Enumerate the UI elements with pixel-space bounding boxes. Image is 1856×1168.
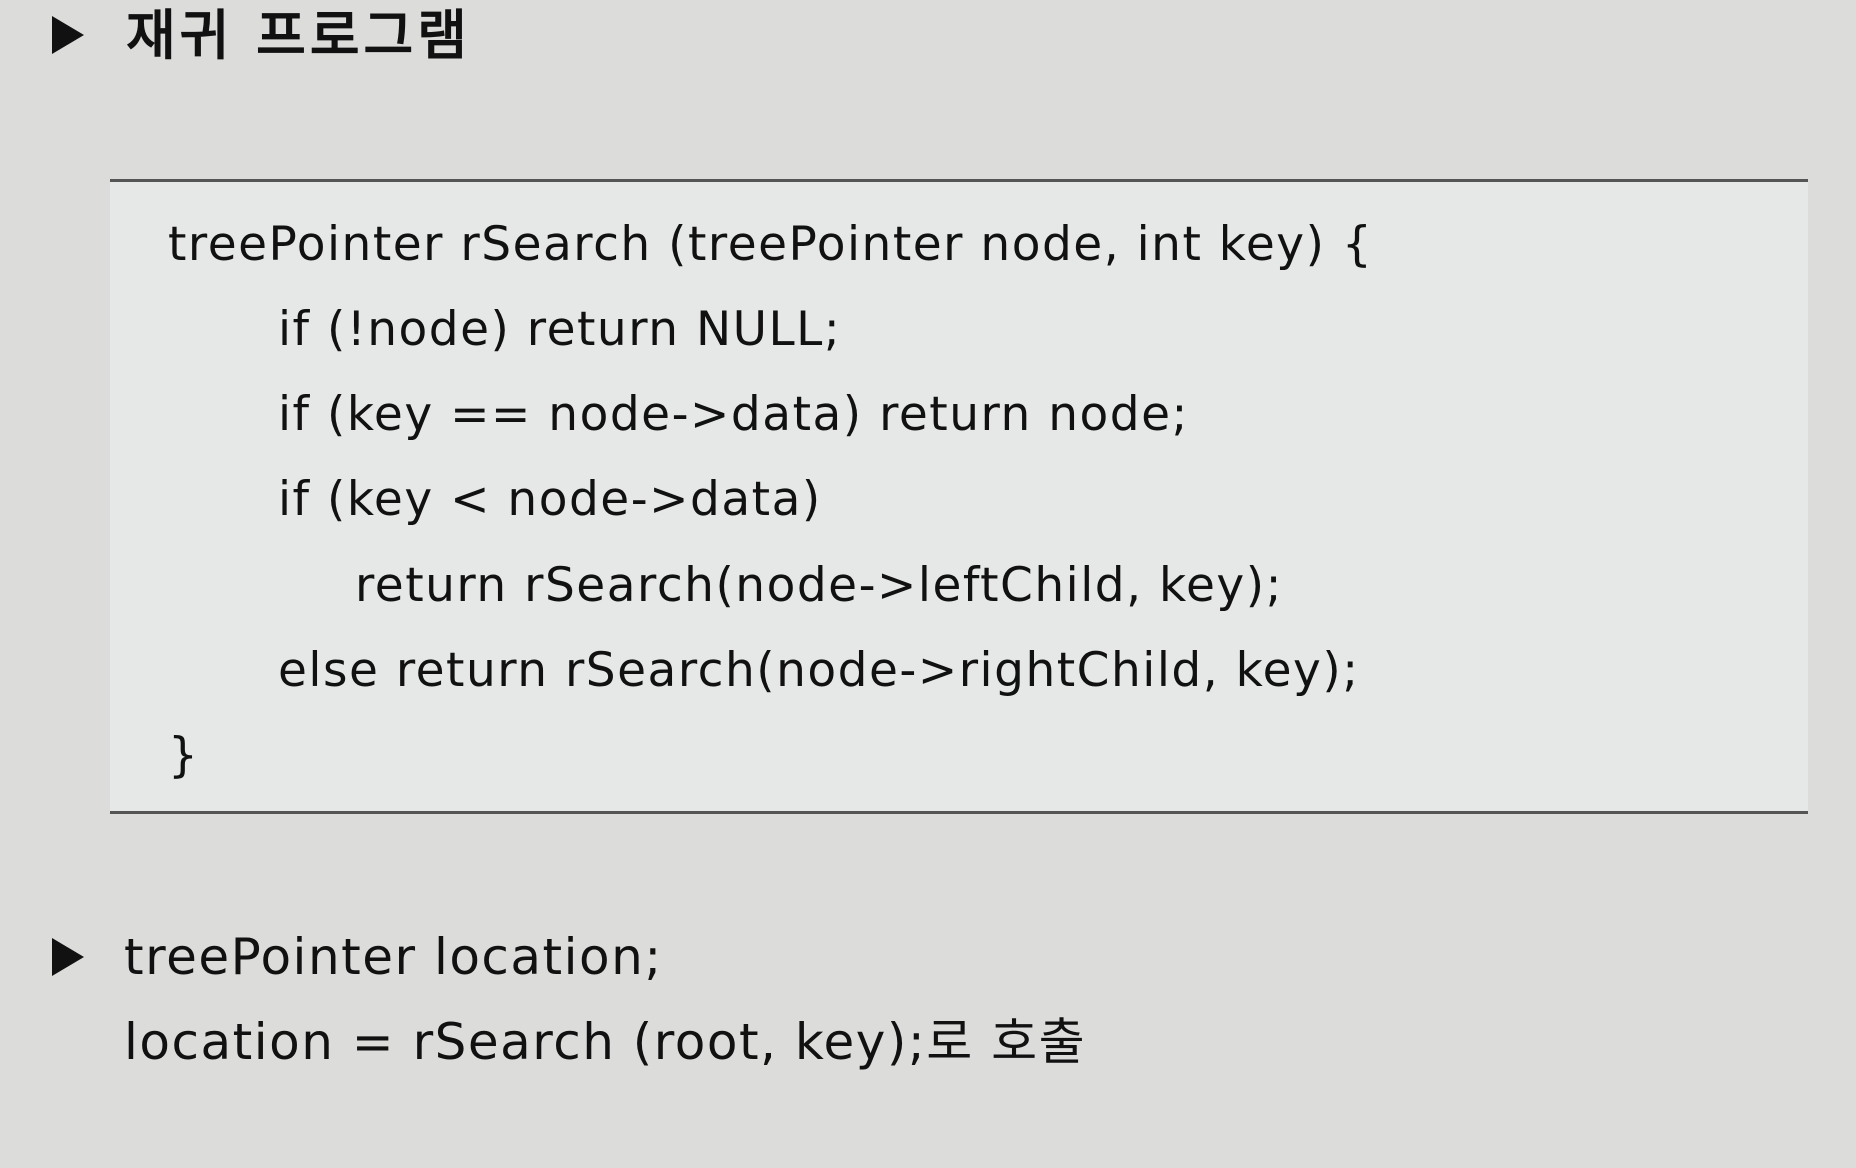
code-line: if (key == node->data) return node; (278, 387, 1189, 442)
code-line: return rSearch(node->leftChild, key); (355, 558, 1283, 613)
slide-heading: 재귀 프로그램 (126, 4, 471, 67)
bullet-triangle-icon (52, 938, 84, 976)
code-line: if (key < node->data) (278, 472, 822, 527)
code-line: else return rSearch(node->rightChild, ke… (278, 643, 1360, 698)
note-line: treePointer location; (124, 928, 663, 986)
code-line: if (!node) return NULL; (278, 302, 842, 357)
code-block: treePointer rSearch (treePointer node, i… (110, 179, 1808, 814)
note-line: location = rSearch (root, key);로 호출 (124, 1013, 1087, 1071)
code-line: } (168, 728, 200, 783)
bullet-triangle-icon (52, 16, 84, 54)
code-line: treePointer rSearch (treePointer node, i… (168, 217, 1374, 272)
